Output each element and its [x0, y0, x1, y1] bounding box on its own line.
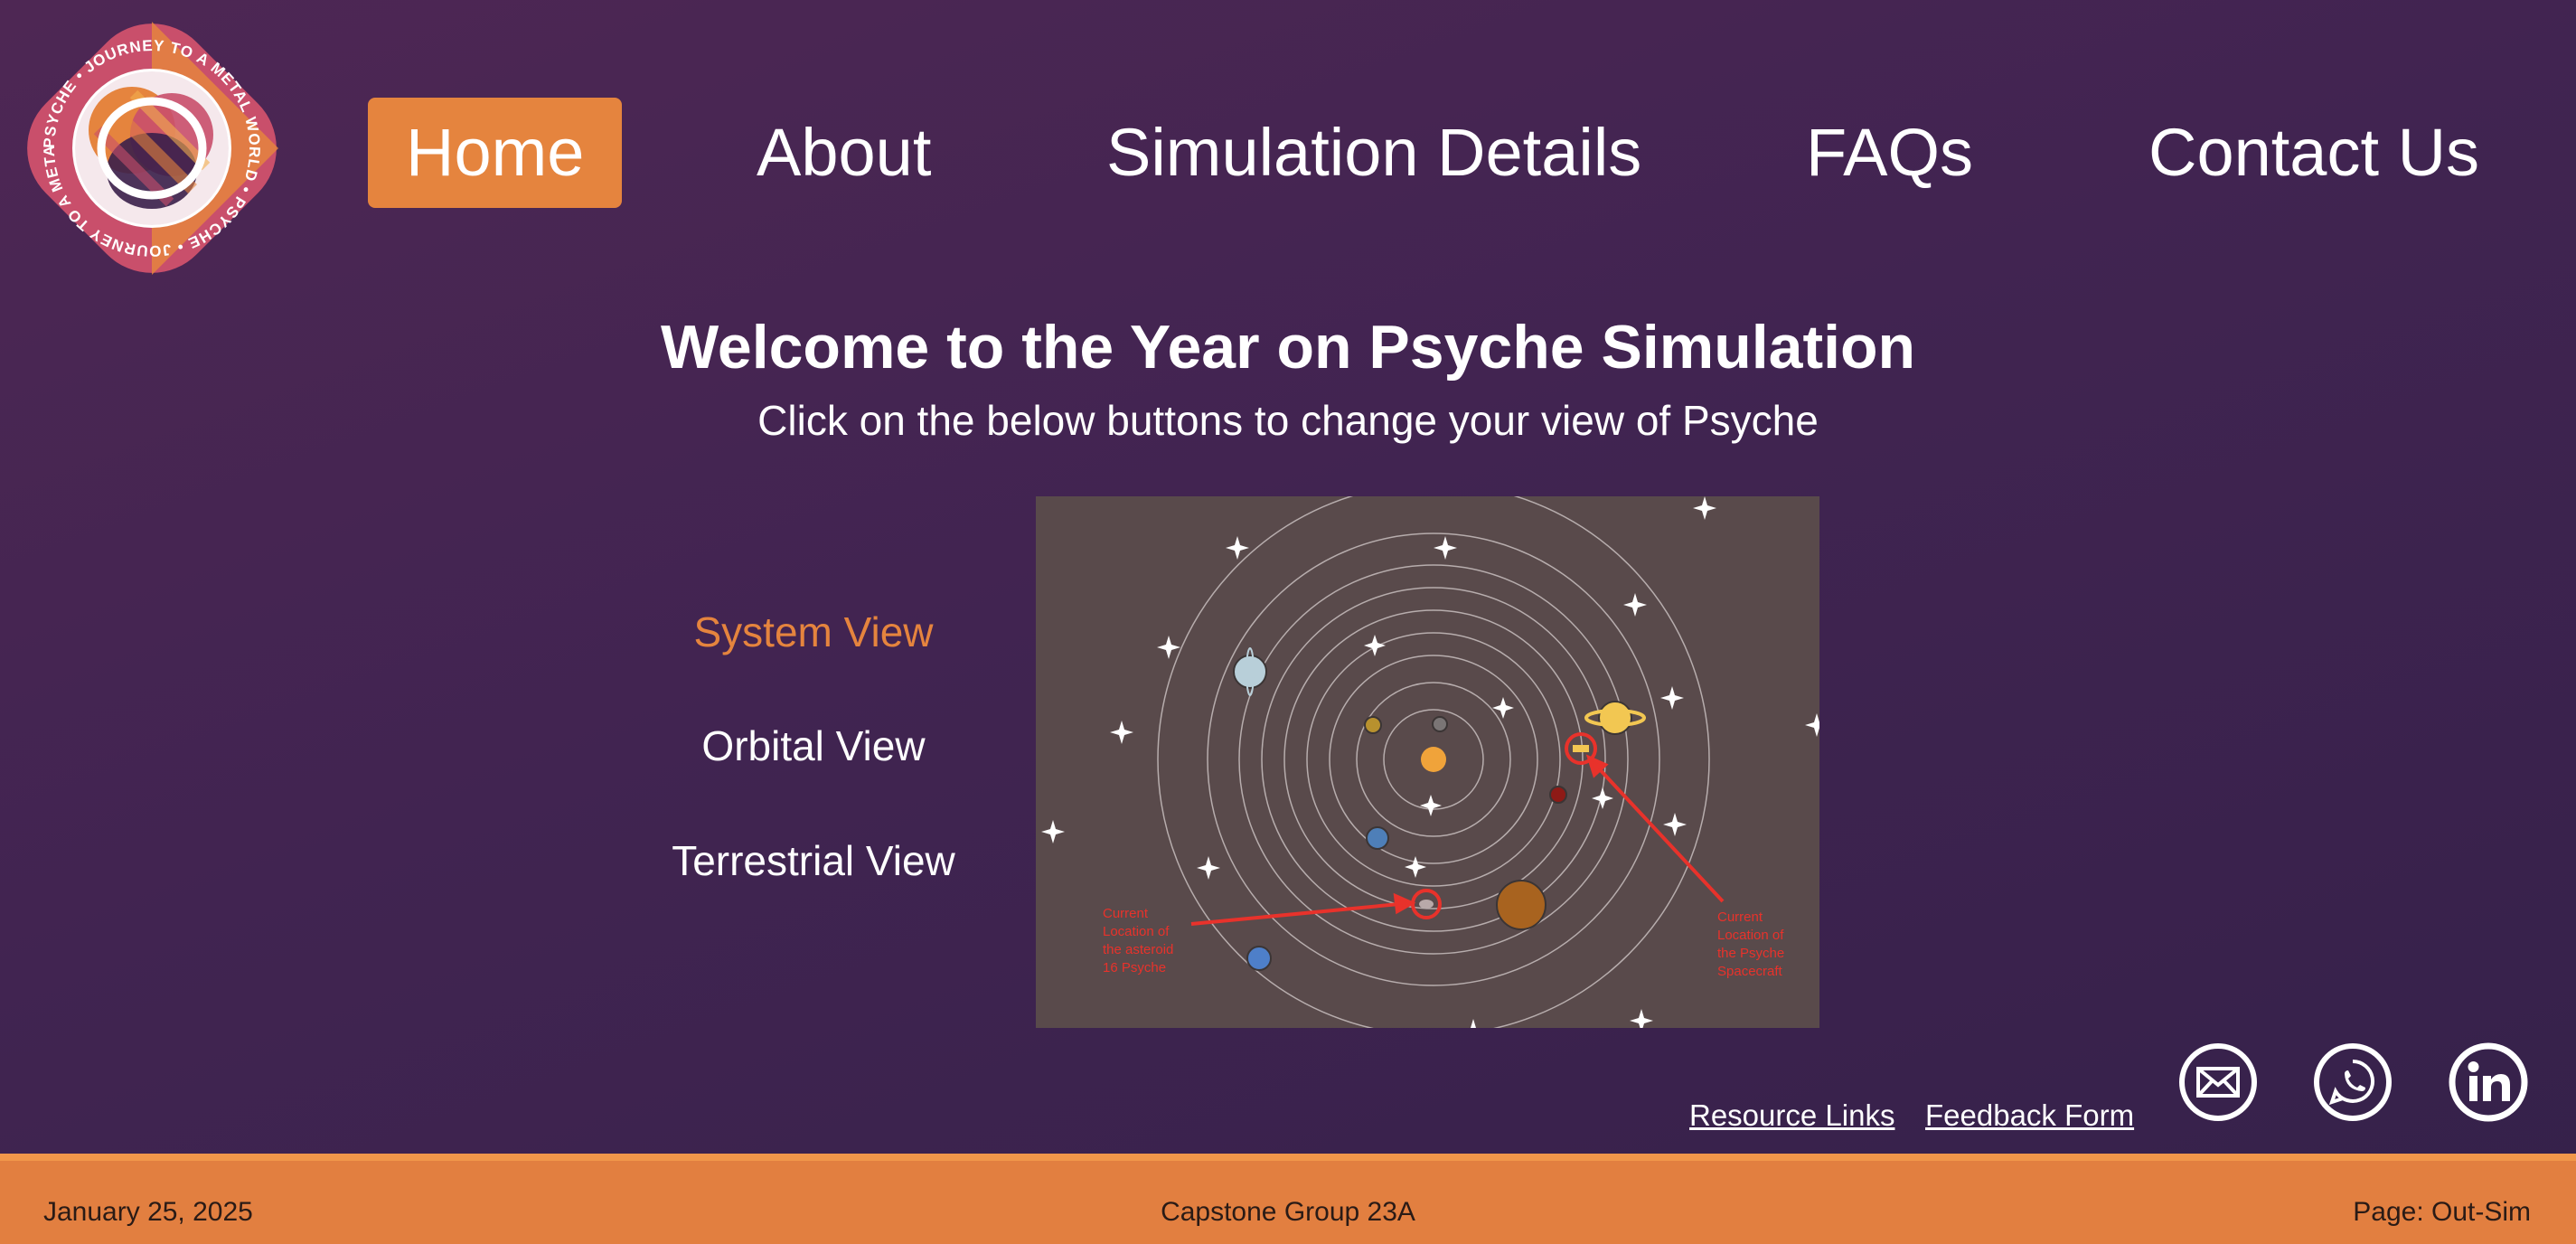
planet-mercury [1432, 716, 1448, 732]
nav-faqs[interactable]: FAQs [1806, 98, 1973, 208]
footer-group: Capstone Group 23A [1161, 1197, 1415, 1227]
asteroid-psyche-marker[interactable] [1411, 889, 1442, 919]
spacecraft-label-line-3: the Psyche [1717, 946, 1784, 961]
status-footer: January 25, 2025 Capstone Group 23A Page… [0, 1154, 2576, 1244]
nav-home[interactable]: Home [368, 98, 623, 208]
mail-icon[interactable] [2177, 1041, 2259, 1123]
planet-jupiter [1496, 880, 1547, 930]
nav-about[interactable]: About [757, 98, 931, 208]
spacecraft-label-line-1: Current [1717, 909, 1763, 925]
annotation-labels: Current Location of the asteroid 16 Psyc… [1103, 906, 1784, 979]
planet-mars [1549, 786, 1567, 804]
orbital-view-button[interactable]: Orbital View [633, 721, 994, 770]
main-nav: Home About Simulation Details FAQs Conta… [0, 0, 2576, 235]
footer-page: Page: Out-Sim [2353, 1197, 2531, 1227]
terrestrial-view-button[interactable]: Terrestrial View [633, 836, 994, 885]
simulation-canvas[interactable]: Current Location of the asteroid 16 Psyc… [1036, 496, 1819, 1028]
solar-system-diagram: Current Location of the asteroid 16 Psyc… [1041, 496, 1819, 1028]
page-subtitle: Click on the below buttons to change you… [757, 397, 1819, 444]
linkedin-icon[interactable] [2448, 1041, 2529, 1123]
planet-venus [1364, 716, 1382, 734]
asteroid-label-line-1: Current [1103, 906, 1149, 921]
planet-earth [1366, 826, 1389, 850]
spacecraft-label-line-4: Spacecraft [1717, 964, 1783, 979]
asteroid-label-line-4: 16 Psyche [1103, 960, 1166, 975]
resource-links[interactable]: Resource Links [1689, 1098, 1894, 1133]
planet-neptune [1246, 946, 1272, 971]
nav-simulation-details[interactable]: Simulation Details [1106, 98, 1641, 208]
whatsapp-icon[interactable] [2312, 1041, 2393, 1123]
system-view-button[interactable]: System View [633, 608, 994, 656]
planet-saturn [1584, 701, 1646, 735]
feedback-form-link[interactable]: Feedback Form [1925, 1098, 2134, 1133]
nav-contact-us[interactable]: Contact Us [2148, 98, 2479, 208]
planet-uranus [1233, 647, 1267, 696]
sun [1421, 747, 1446, 772]
spacecraft-label-line-2: Location of [1717, 928, 1784, 943]
annotation-arrows [1190, 754, 1725, 926]
asteroid-label-line-2: Location of [1103, 924, 1170, 939]
page-title: Welcome to the Year on Psyche Simulation [660, 313, 1916, 382]
asteroid-label-line-3: the asteroid [1103, 942, 1173, 957]
